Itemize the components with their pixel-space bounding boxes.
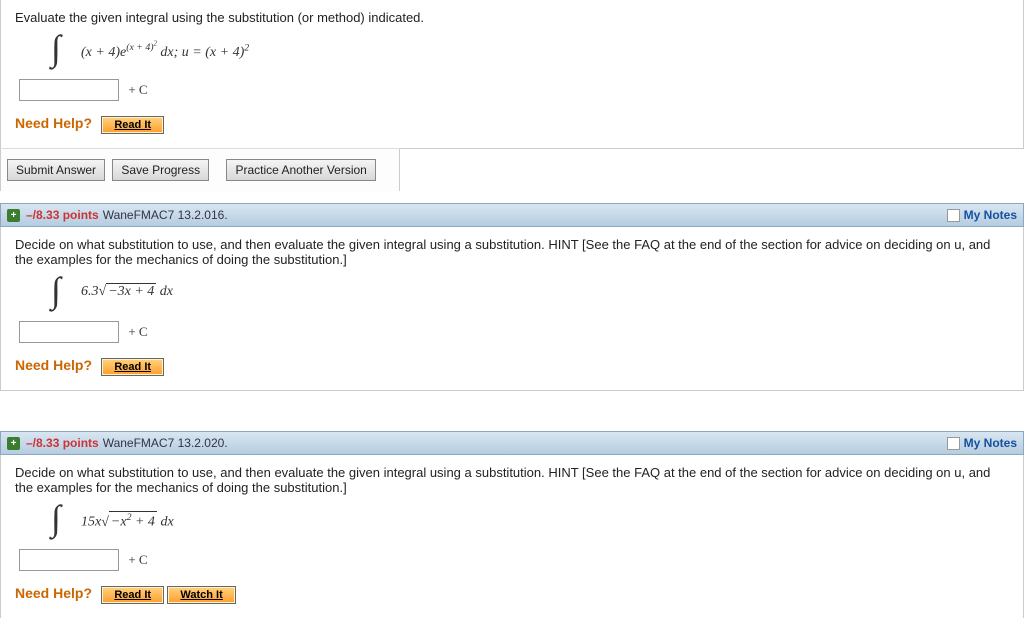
integral-sign-icon: ∫ (51, 497, 61, 539)
question-1: Evaluate the given integral using the su… (0, 0, 1024, 149)
practice-another-button[interactable]: Practice Another Version (226, 159, 375, 181)
read-it-button[interactable]: Read It (101, 116, 164, 134)
prompt-text: Decide on what substitution to use, and … (15, 465, 1009, 495)
expand-icon[interactable]: + (7, 209, 20, 222)
need-help-row: Need Help? Read It (15, 115, 1009, 134)
answer-row: + C (19, 549, 1009, 571)
integral-sign-icon: ∫ (51, 27, 61, 69)
watch-it-button[interactable]: Watch It (167, 586, 235, 604)
save-progress-button[interactable]: Save Progress (112, 159, 209, 181)
points-label: –/8.33 points (26, 436, 99, 450)
my-notes-button[interactable]: My Notes (947, 436, 1017, 450)
question-header: + –/8.33 points WaneFMAC7 13.2.016. My N… (0, 203, 1024, 227)
need-help-row: Need Help? Read It Watch It (15, 585, 1009, 604)
plus-c-label: + C (128, 552, 147, 567)
need-help-label: Need Help? (15, 585, 92, 601)
prompt-text: Evaluate the given integral using the su… (15, 10, 1009, 25)
read-it-button[interactable]: Read It (101, 586, 164, 604)
answer-input[interactable] (19, 321, 119, 343)
my-notes-label: My Notes (964, 436, 1017, 450)
sqrt-icon: −3x + 4 (99, 283, 157, 300)
need-help-label: Need Help? (15, 115, 92, 131)
question-header: + –/8.33 points WaneFMAC7 13.2.020. My N… (0, 431, 1024, 455)
expand-icon[interactable]: + (7, 437, 20, 450)
integral-sign-icon: ∫ (51, 269, 61, 311)
question-3: + –/8.33 points WaneFMAC7 13.2.020. My N… (0, 431, 1024, 618)
sqrt-icon: −x2 + 4 (101, 511, 157, 531)
answer-input[interactable] (19, 549, 119, 571)
integrand: 15x−x2 + 4 dx (81, 511, 174, 531)
note-icon (947, 209, 960, 222)
note-icon (947, 437, 960, 450)
integrand: (x + 4)e(x + 4)2 dx; u = (x + 4)2 (81, 41, 249, 61)
integral-expression: ∫ 6.3−3x + 4 dx (51, 275, 1009, 309)
integral-expression: ∫ 15x−x2 + 4 dx (51, 503, 1009, 537)
answer-row: + C (19, 79, 1009, 101)
answer-input[interactable] (19, 79, 119, 101)
question-2: + –/8.33 points WaneFMAC7 13.2.016. My N… (0, 203, 1024, 391)
my-notes-label: My Notes (964, 208, 1017, 222)
question-content: Evaluate the given integral using the su… (1, 0, 1023, 148)
plus-c-label: + C (128, 82, 147, 97)
question-content: Decide on what substitution to use, and … (1, 227, 1023, 390)
reference-id: WaneFMAC7 13.2.016. (103, 208, 228, 222)
integrand: 6.3−3x + 4 dx (81, 283, 173, 300)
question-content: Decide on what substitution to use, and … (1, 455, 1023, 618)
submit-button[interactable]: Submit Answer (7, 159, 105, 181)
reference-id: WaneFMAC7 13.2.020. (103, 436, 228, 450)
integral-expression: ∫ (x + 4)e(x + 4)2 dx; u = (x + 4)2 (51, 33, 1009, 67)
read-it-button[interactable]: Read It (101, 358, 164, 376)
answer-row: + C (19, 321, 1009, 343)
need-help-row: Need Help? Read It (15, 357, 1009, 376)
need-help-label: Need Help? (15, 357, 92, 373)
my-notes-button[interactable]: My Notes (947, 208, 1017, 222)
action-bar: Submit Answer Save Progress Practice Ano… (0, 148, 400, 191)
prompt-text: Decide on what substitution to use, and … (15, 237, 1009, 267)
points-label: –/8.33 points (26, 208, 99, 222)
plus-c-label: + C (128, 324, 147, 339)
